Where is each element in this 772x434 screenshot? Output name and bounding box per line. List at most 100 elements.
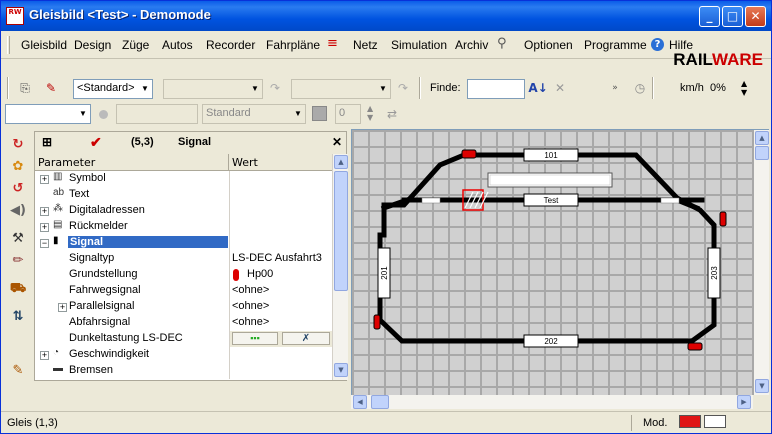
expand-icon[interactable]: +: [40, 223, 49, 232]
property-row[interactable]: + ◔ Geschwindigkeit: [35, 347, 332, 363]
signal-red-icon: [233, 269, 239, 281]
disabled-field[interactable]: [116, 104, 198, 124]
sound-icon[interactable]: ◀): [8, 201, 28, 221]
more-chevron-icon[interactable]: »: [605, 78, 625, 98]
track-tool-icon[interactable]: ⛟: [8, 279, 28, 299]
track-diagram[interactable]: 101 Test 201 203 202: [352, 130, 754, 395]
property-row[interactable]: Signaltyp LS-DEC Ausfahrt3: [35, 251, 332, 267]
property-value[interactable]: [229, 235, 332, 251]
property-row[interactable]: + Parallelsignal <ohne>: [35, 299, 332, 315]
property-row[interactable]: ab Text: [35, 187, 332, 203]
property-row[interactable]: Dunkeltastung LS-DEC ▪▪▪ ✗: [35, 331, 332, 347]
panel-close-icon[interactable]: ✕: [332, 135, 342, 149]
property-name: Text: [69, 188, 90, 200]
property-name: Grundstellung: [69, 268, 138, 280]
track-hscroll[interactable]: ◀ ▶: [351, 395, 753, 409]
menu-autos[interactable]: Autos: [162, 38, 193, 52]
expand-icon[interactable]: +: [40, 351, 49, 360]
search-icon[interactable]: ⚲: [497, 36, 507, 51]
checkmark-icon[interactable]: ✔: [90, 134, 102, 151]
property-value[interactable]: [229, 203, 332, 219]
color-swatch[interactable]: [312, 106, 327, 121]
property-value[interactable]: [229, 219, 332, 235]
dot-icon[interactable]: [99, 110, 108, 119]
clock-icon[interactable]: ◷: [630, 78, 650, 98]
style-combo[interactable]: Standard ▼: [202, 104, 306, 124]
property-row[interactable]: Fahrwegsignal <ohne>: [35, 283, 332, 299]
speed-value[interactable]: 0%: [710, 82, 726, 94]
track-view[interactable]: 101 Test 201 203 202 ▲ ▼: [351, 129, 769, 395]
refresh-icon[interactable]: ↺: [8, 179, 28, 199]
expand-icon[interactable]: +: [40, 207, 49, 216]
number-spinner[interactable]: ▲ ▼: [367, 104, 373, 122]
mode-white-indicator[interactable]: [704, 415, 726, 428]
property-name: Digitaladressen: [69, 204, 145, 216]
minimize-button[interactable]: _: [699, 6, 720, 27]
property-value[interactable]: ▪▪▪ ✗: [229, 331, 332, 347]
menu-netz[interactable]: Netz: [353, 38, 378, 52]
menu-recorder[interactable]: Recorder: [206, 38, 255, 52]
property-row[interactable]: + ▥ Symbol: [35, 171, 332, 187]
standard-combo[interactable]: <Standard> ▼: [73, 79, 153, 99]
property-row[interactable]: Grundstellung Hp00: [35, 267, 332, 283]
sort-az-icon[interactable]: A↓: [528, 78, 548, 98]
find-input[interactable]: [467, 79, 525, 99]
menu-zuege[interactable]: Züge: [122, 38, 149, 52]
chart-tool-icon[interactable]: ✎: [8, 361, 28, 381]
property-grid: Parameter Wert + ▥ Symbol ab Text + ⁂ Digitalad…: [35, 154, 332, 380]
maximize-button[interactable]: □: [722, 6, 743, 27]
property-row[interactable]: ▬ Bremsen: [35, 363, 332, 379]
property-value[interactable]: [229, 187, 332, 203]
col-param[interactable]: Parameter: [38, 156, 95, 169]
edit-check-icon[interactable]: ✎: [41, 78, 61, 98]
mode-red-indicator[interactable]: [679, 415, 701, 428]
expand-icon[interactable]: +: [40, 175, 49, 184]
speed-spinner[interactable]: ▲ ▼: [741, 79, 747, 97]
property-value[interactable]: [229, 363, 332, 379]
property-row[interactable]: − ▮ Signal: [35, 235, 332, 251]
property-value[interactable]: LS-DEC Ausfahrt3: [229, 251, 332, 267]
copy-icon[interactable]: ⎘: [15, 78, 35, 98]
property-value[interactable]: <ohne>: [229, 315, 332, 331]
menu-simulation[interactable]: Simulation: [391, 38, 447, 52]
swap-icon[interactable]: ⇄: [382, 104, 402, 124]
property-row[interactable]: + ▤ Rückmelder: [35, 219, 332, 235]
track-scroll-right: ▶: [737, 395, 751, 409]
menu-programme[interactable]: Programme: [584, 38, 647, 52]
tools-button[interactable]: ✗: [282, 332, 330, 345]
menu-archiv[interactable]: Archiv: [455, 38, 488, 52]
disabled-combo-2[interactable]: ▼: [291, 79, 391, 99]
menu-gleisbild[interactable]: Gleisbild: [21, 38, 67, 52]
menu-design[interactable]: Design: [74, 38, 111, 52]
property-row[interactable]: + ⁂ Digitaladressen: [35, 203, 332, 219]
panel-scrollbar[interactable]: ▲ ▼: [332, 154, 348, 380]
property-value[interactable]: Hp00: [229, 267, 332, 283]
close-button[interactable]: ✕: [745, 6, 766, 27]
title-bar[interactable]: RW Gleisbild <Test> - Demomode _ □ ✕: [1, 1, 771, 31]
led-pattern-button[interactable]: ▪▪▪: [232, 332, 278, 345]
scroll-thumb[interactable]: [334, 171, 348, 291]
expand-icon[interactable]: +: [58, 303, 67, 312]
property-value[interactable]: [229, 171, 332, 187]
track-vscroll[interactable]: ▲ ▼: [754, 130, 769, 395]
gear-icon[interactable]: ✿: [8, 157, 28, 177]
pen-icon[interactable]: ✏: [8, 251, 28, 271]
crane-icon[interactable]: ⚒: [8, 229, 28, 249]
menu-optionen[interactable]: Optionen: [524, 38, 573, 52]
track-combo[interactable]: ▼: [5, 104, 91, 124]
col-value[interactable]: Wert: [232, 156, 258, 169]
clear-icon[interactable]: ✕: [550, 78, 570, 98]
redo-icon[interactable]: ↷: [265, 78, 285, 98]
disabled-combo-1[interactable]: ▼: [163, 79, 263, 99]
property-value[interactable]: <ohne>: [229, 299, 332, 315]
property-value[interactable]: <ohne>: [229, 283, 332, 299]
redo-icon-2[interactable]: ↷: [393, 78, 413, 98]
property-row[interactable]: Abfahrsignal <ohne>: [35, 315, 332, 331]
menu-fahrplaene[interactable]: Fahrpläne: [266, 38, 320, 52]
property-value[interactable]: [229, 347, 332, 363]
route-icon[interactable]: ⇅: [8, 307, 28, 327]
rotate-icon[interactable]: ↻: [8, 135, 28, 155]
collapse-icon[interactable]: −: [40, 239, 49, 248]
grid-icon[interactable]: ⊞: [42, 135, 52, 149]
number-field[interactable]: 0: [335, 104, 361, 124]
